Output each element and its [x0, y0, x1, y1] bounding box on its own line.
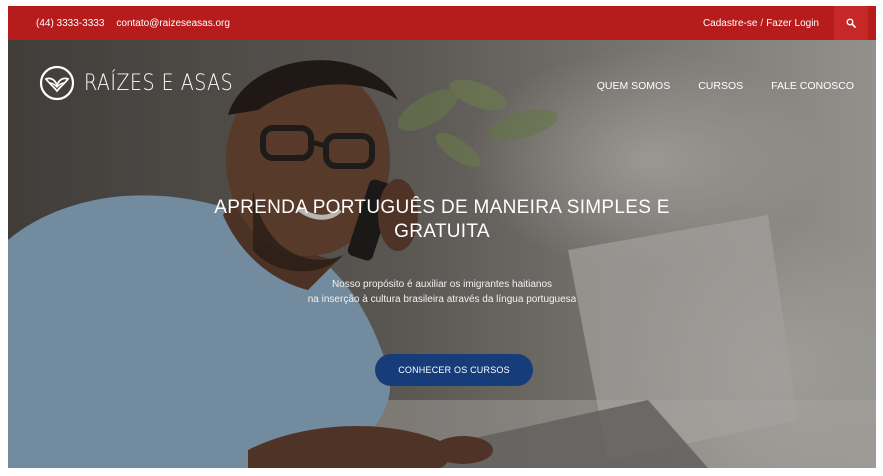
- login-link[interactable]: Fazer Login: [766, 18, 819, 29]
- hero-subtitle-line-1: Nosso propósito é auxiliar os imigrantes…: [331, 279, 553, 290]
- wings-emblem-icon: [39, 65, 75, 101]
- hero-subtitle: Nosso propósito é auxiliar os imigrantes…: [8, 277, 876, 307]
- search-icon: [846, 18, 856, 28]
- email-link[interactable]: contato@raizeseasas.org: [116, 18, 230, 29]
- nav-item-fale-conosco[interactable]: FALE CONOSCO: [771, 80, 854, 92]
- auth-separator: /: [760, 18, 764, 29]
- hero-title: APRENDA PORTUGUÊS DE MANEIRA SIMPLES E G…: [8, 196, 876, 244]
- search-button[interactable]: [834, 6, 868, 40]
- logo-text: RAÍZES E ASAS: [84, 70, 234, 96]
- phone-link[interactable]: (44) 3333-3333: [36, 18, 104, 29]
- hero-section: RAÍZES E ASAS QUEM SOMOS CURSOS FALE CON…: [8, 40, 876, 468]
- top-contact-bar: (44) 3333-3333 contato@raizeseasas.org C…: [8, 6, 876, 40]
- main-navigation: QUEM SOMOS CURSOS FALE CONOSCO: [597, 80, 854, 92]
- auth-links: Cadastre-se / Fazer Login: [703, 18, 819, 29]
- signup-link[interactable]: Cadastre-se: [703, 18, 757, 29]
- hero-title-line-1: APRENDA PORTUGUÊS DE MANEIRA SIMPLES E: [214, 197, 670, 218]
- browser-viewport: (44) 3333-3333 contato@raizeseasas.org C…: [8, 6, 876, 468]
- site-logo[interactable]: RAÍZES E ASAS: [38, 64, 233, 102]
- contact-info: (44) 3333-3333 contato@raizeseasas.org: [36, 18, 230, 29]
- nav-item-quem-somos[interactable]: QUEM SOMOS: [597, 80, 671, 92]
- hero-subtitle-line-2: na inserção à cultura brasileira através…: [307, 294, 577, 305]
- hero-dark-overlay: [8, 40, 876, 468]
- view-courses-button[interactable]: CONHECER OS CURSOS: [375, 354, 533, 386]
- nav-item-cursos[interactable]: CURSOS: [698, 80, 743, 92]
- hero-title-line-2: GRATUITA: [394, 221, 490, 242]
